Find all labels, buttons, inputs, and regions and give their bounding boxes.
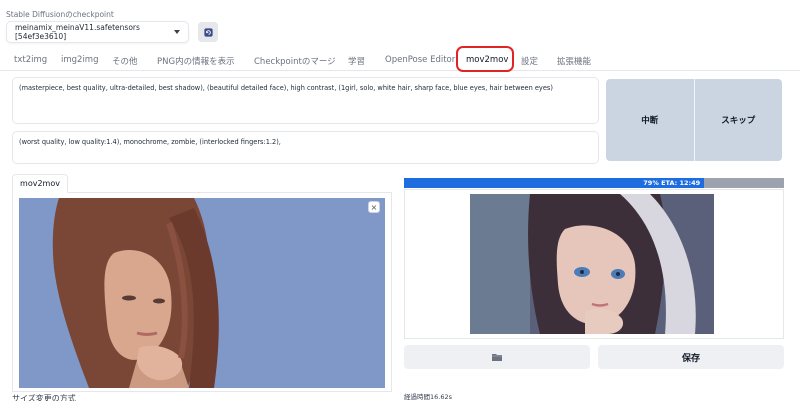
- positive-prompt-input[interactable]: (masterpiece, best quality, ultra-detail…: [12, 77, 599, 124]
- progress-text: 79% ETA: 12:49: [643, 179, 701, 187]
- tab-settings[interactable]: 設定: [521, 55, 538, 67]
- main-tabs: txt2img img2img その他 PNG内の情報を表示 Checkpoin…: [0, 52, 800, 71]
- tab-mov2mov-input[interactable]: mov2mov: [12, 174, 68, 193]
- elapsed-time: 経過時間16.62s: [404, 393, 452, 401]
- tab-extras[interactable]: その他: [112, 55, 138, 67]
- progress-bar: 79% ETA: 12:49: [404, 178, 784, 188]
- tab-txt2img[interactable]: txt2img: [14, 55, 47, 65]
- checkpoint-value: meinamix_meinaV11.safetensors [54ef3e361…: [15, 23, 140, 41]
- portrait-photo-illustration: [19, 198, 385, 388]
- tab-checkpoint-merge[interactable]: Checkpointのマージ: [254, 55, 336, 67]
- tab-openpose-editor[interactable]: OpenPose Editor: [385, 55, 455, 65]
- close-icon: ×: [370, 202, 378, 212]
- folder-icon: [492, 354, 502, 361]
- resize-mode-label: サイズ変更の方式: [12, 394, 76, 401]
- interrupt-button[interactable]: 中断: [606, 79, 694, 161]
- tab-train[interactable]: 学習: [348, 55, 365, 67]
- negative-prompt-input[interactable]: (worst quality, low quality:1.4), monoch…: [12, 131, 599, 164]
- clear-input-button[interactable]: ×: [368, 201, 380, 213]
- output-frame-preview[interactable]: [470, 194, 714, 334]
- input-video-frame[interactable]: [19, 198, 385, 388]
- generation-controls: 中断 スキップ: [606, 79, 782, 161]
- checkpoint-dropdown[interactable]: meinamix_meinaV11.safetensors [54ef3e361…: [6, 21, 189, 43]
- tab-extensions[interactable]: 拡張機能: [557, 55, 591, 67]
- refresh-icon: [203, 27, 213, 37]
- checkpoint-label: Stable Diffusionのcheckpoint: [6, 10, 114, 19]
- anime-portrait-illustration: [470, 194, 714, 334]
- save-button[interactable]: 保存: [598, 345, 784, 369]
- skip-button[interactable]: スキップ: [693, 79, 782, 161]
- chevron-down-icon: [174, 30, 180, 34]
- input-video-panel: [12, 192, 392, 392]
- open-folder-button[interactable]: [404, 345, 590, 369]
- refresh-checkpoint-button[interactable]: [198, 22, 218, 42]
- tab-img2img[interactable]: img2img: [61, 55, 98, 65]
- tab-png-info[interactable]: PNG内の情報を表示: [157, 55, 235, 67]
- tab-highlight-annotation: [456, 46, 514, 72]
